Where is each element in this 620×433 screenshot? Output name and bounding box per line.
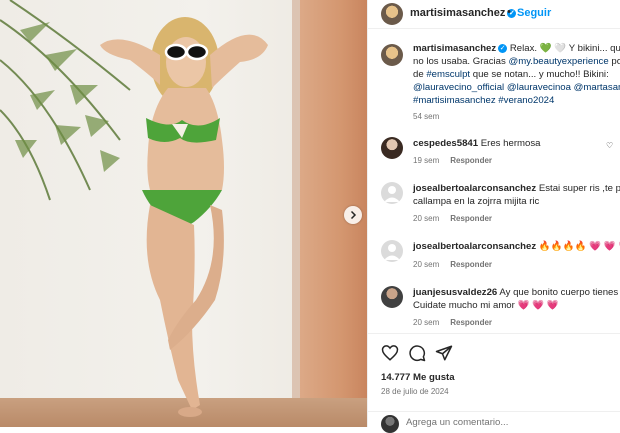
- comment-text: Eres hermosa: [480, 138, 541, 149]
- caption-mentions[interactable]: @lauravecino_official @lauravecinoa @mar…: [413, 81, 620, 94]
- comment-username[interactable]: josealbertoalarconsanchez: [413, 183, 536, 194]
- comment-avatar[interactable]: [381, 286, 403, 308]
- comment-3: josealbertoalarconsanchez 🔥🔥🔥🔥 💗 💗 💗: [413, 240, 620, 253]
- chevron-right-icon: [350, 210, 357, 220]
- comment-meta: 20 sem Responder: [413, 260, 492, 269]
- caption-text: de: [413, 69, 427, 80]
- author-avatar[interactable]: [381, 3, 403, 25]
- comment-input[interactable]: Agrega un comentario...: [406, 417, 508, 428]
- caption-username[interactable]: martisimasanchez: [413, 43, 496, 54]
- follow-button[interactable]: Seguir: [517, 7, 551, 19]
- current-user-avatar: [381, 415, 399, 433]
- verified-badge-icon: ✓: [498, 44, 508, 53]
- reply-button[interactable]: Responder: [450, 318, 492, 327]
- share-icon[interactable]: [435, 344, 453, 362]
- caption-avatar[interactable]: [381, 44, 403, 66]
- author-username-text[interactable]: martisimasanchez: [410, 7, 505, 19]
- caption-line-2: no los usaba. Gracias @my.beautyexperien…: [413, 55, 620, 68]
- comment-meta: 20 sem Responder: [413, 214, 492, 223]
- caption-text: no los usaba. Gracias: [413, 56, 509, 67]
- comment-avatar[interactable]: [381, 240, 403, 262]
- caption-hashtag[interactable]: #emsculpt: [426, 69, 470, 80]
- comment-2-line-2: callampa en la zojrra mijita ric: [413, 196, 540, 207]
- post-actions: 14.777 Me gusta 28 de julio de 2024 Agre…: [368, 333, 620, 433]
- comment-text: Ay que bonito cuerpo tienes D: [499, 287, 620, 298]
- comment-4: juanjesusvaldez26 Ay que bonito cuerpo t…: [413, 286, 620, 299]
- caption-text: que se notan... y mucho!! Bikini:: [470, 69, 609, 80]
- comment-icon[interactable]: [408, 344, 426, 362]
- comment-meta: 20 sem Responder: [413, 318, 492, 327]
- caption-line-3: de #emsculpt que se notan... y mucho!! B…: [413, 68, 609, 81]
- comment-text: Estai super ris ,te por: [538, 183, 620, 194]
- caption-mention[interactable]: @my.beautyexperience: [508, 56, 608, 67]
- heart-icon[interactable]: ♡: [606, 141, 614, 150]
- comment-text: 🔥🔥🔥🔥 💗 💗 💗: [538, 241, 620, 252]
- default-avatar-icon: [384, 186, 400, 202]
- reply-button[interactable]: Responder: [450, 156, 492, 165]
- caption-line-1: martisimasanchez ✓ Relax. 💚 🤍 Y bikini...…: [413, 42, 620, 55]
- reply-button[interactable]: Responder: [450, 214, 492, 223]
- post-date: 28 de julio de 2024: [381, 387, 449, 396]
- photo-illustration: [0, 0, 268, 417]
- comment-time: 20 sem: [413, 214, 440, 223]
- comment-time: 19 sem: [413, 156, 440, 165]
- comment-username[interactable]: josealbertoalarconsanchez: [413, 241, 536, 252]
- heart-icon[interactable]: [381, 344, 399, 362]
- comment-username[interactable]: juanjesusvaldez26: [413, 287, 497, 298]
- comment-avatar[interactable]: [381, 182, 403, 204]
- separator-dot: •: [507, 6, 511, 18]
- post-header: martisimasanchez ✓ • Seguir: [368, 0, 620, 29]
- caption-text: Relax. 💚 🤍 Y bikini... que: [509, 43, 620, 54]
- comment-4-line-2: Cuidate mucho mi amor 💗 💗 💗: [413, 300, 559, 311]
- comment-time: 20 sem: [413, 318, 440, 327]
- comment-avatar[interactable]: [381, 137, 403, 159]
- comment-box: Agrega un comentario...: [368, 411, 620, 433]
- comment-time: 20 sem: [413, 260, 440, 269]
- likes-count[interactable]: 14.777 Me gusta: [381, 372, 455, 383]
- post-side-panel: martisimasanchez ✓ • Seguir martisimasanc…: [367, 0, 620, 433]
- caption-hashtags[interactable]: #martisimasanchez #verano2024: [413, 94, 554, 107]
- default-avatar-icon: [384, 244, 400, 260]
- caption-text: por: [611, 56, 620, 67]
- next-photo-button[interactable]: [344, 206, 362, 224]
- comment-1: cespedes5841 Eres hermosa: [413, 137, 540, 150]
- caption-time: 54 sem: [413, 112, 440, 121]
- reply-button[interactable]: Responder: [450, 260, 492, 269]
- comment-username[interactable]: cespedes5841: [413, 138, 478, 149]
- post-photo[interactable]: [0, 0, 367, 427]
- author-username[interactable]: martisimasanchez ✓: [410, 7, 517, 19]
- comment-2: josealbertoalarconsanchez Estai super ri…: [413, 182, 620, 195]
- comment-meta: 19 sem Responder: [413, 156, 492, 165]
